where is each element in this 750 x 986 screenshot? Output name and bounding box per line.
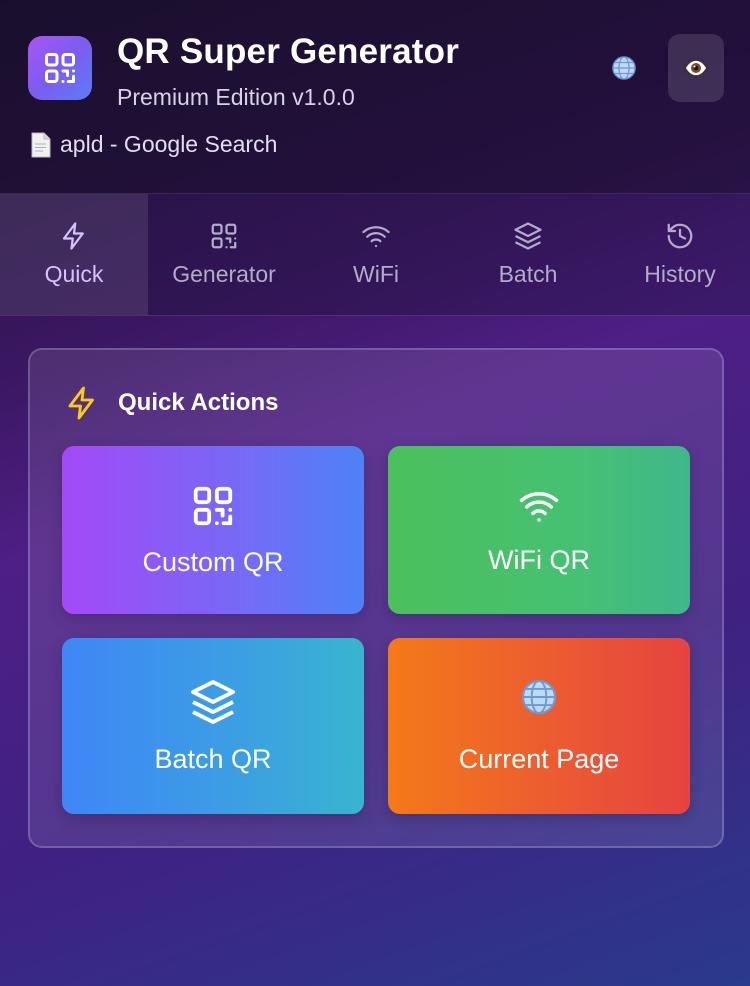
current-page-title: apld - Google Search (60, 131, 278, 157)
batch-qr-button[interactable]: Batch QR (62, 638, 364, 814)
app-logo (28, 36, 92, 100)
app-header: QR Super Generator Premium Edition v1.0.… (0, 0, 750, 194)
tab-label: WiFi (353, 261, 399, 287)
tab-history[interactable]: History (604, 194, 750, 315)
wifi-qr-button[interactable]: WiFi QR (388, 446, 690, 614)
tab-bar: Quick Generator WiFi Batch History (0, 194, 750, 316)
globe-icon (612, 56, 636, 80)
document-icon (31, 132, 51, 157)
tab-label: Quick (44, 261, 104, 287)
action-label: Current Page (458, 743, 620, 774)
action-label: WiFi QR (488, 544, 590, 575)
tab-label: Generator (172, 261, 276, 287)
wifi-icon (519, 491, 559, 522)
layers-icon (514, 222, 542, 250)
quick-actions-title: Quick Actions (118, 389, 279, 416)
current-page-indicator: apld - Google Search (30, 131, 277, 158)
tab-label: Batch (498, 261, 558, 287)
tab-generator[interactable]: Generator (148, 194, 300, 315)
app-title: QR Super Generator (117, 32, 460, 71)
wifi-icon (362, 226, 390, 248)
tab-quick[interactable]: Quick (0, 194, 148, 315)
layers-icon (191, 679, 235, 724)
preview-toggle-button[interactable] (668, 34, 724, 102)
tab-label: History (644, 261, 716, 287)
history-icon (667, 223, 693, 249)
custom-qr-button[interactable]: Custom QR (62, 446, 364, 614)
language-button[interactable] (608, 52, 640, 84)
qr-code-icon (193, 486, 233, 525)
quick-actions-panel: Quick Actions Custom QR WiFi QR Batch QR… (28, 348, 724, 848)
eye-icon (684, 59, 708, 77)
qr-code-icon (211, 223, 237, 249)
qr-code-icon (45, 53, 75, 84)
tab-batch[interactable]: Batch (452, 194, 604, 315)
tab-wifi[interactable]: WiFi (300, 194, 452, 315)
current-page-qr-button[interactable]: Current Page (388, 638, 690, 814)
globe-icon (521, 679, 557, 714)
app-subtitle: Premium Edition v1.0.0 (117, 84, 355, 110)
lightning-icon (68, 386, 94, 420)
lightning-icon (62, 222, 84, 250)
quick-actions-header: Quick Actions (64, 384, 278, 422)
action-label: Custom QR (142, 546, 284, 577)
action-label: Batch QR (154, 743, 272, 774)
